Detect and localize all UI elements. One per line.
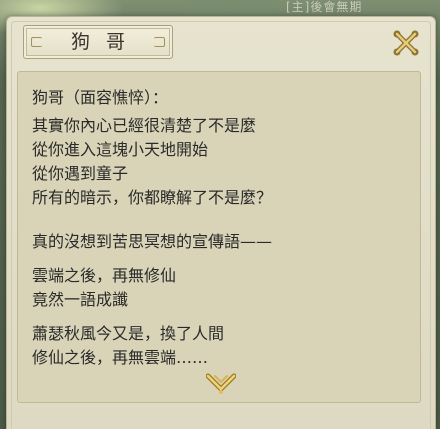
quest-tracker-text[interactable]: [主]後會無期 — [286, 0, 406, 14]
dialog-line: 所有的暗示，你都瞭解了不是麼？ — [32, 188, 273, 207]
speaker-line: 狗哥（面容憔悴）： — [32, 88, 169, 107]
npc-dialog-window: 狗哥 狗哥（面容憔悴）： 其實你內心已經很清楚了不是麼 從你進入這塊小天地開始 … — [6, 16, 436, 429]
dialog-title-plate: 狗哥 — [23, 25, 173, 59]
dialog-line: 其實你內心已經很清楚了不是麼 — [32, 116, 257, 135]
dialog-line: 蕭瑟秋風今又是，換了人間 — [32, 324, 225, 343]
continue-arrow-icon[interactable] — [205, 372, 237, 396]
dialog-line: 雲端之後，再無修仙 — [32, 266, 177, 285]
dialog-line: 修仙之後，再無雲端…… — [32, 348, 209, 367]
dialog-line: 竟然一語成讖 — [32, 290, 129, 309]
dialog-text-panel[interactable]: 狗哥（面容憔悴）： 其實你內心已經很清楚了不是麼 從你進入這塊小天地開始 從你遇… — [17, 71, 421, 403]
close-x-icon[interactable] — [389, 26, 423, 60]
dialog-title: 狗哥 — [70, 31, 141, 53]
dialog-line: 從你進入這塊小天地開始 — [32, 140, 209, 159]
dialog-line: 從你遇到童子 — [32, 164, 129, 183]
dialog-line: 真的沒想到苦思冥想的宣傳語—— — [32, 232, 273, 251]
